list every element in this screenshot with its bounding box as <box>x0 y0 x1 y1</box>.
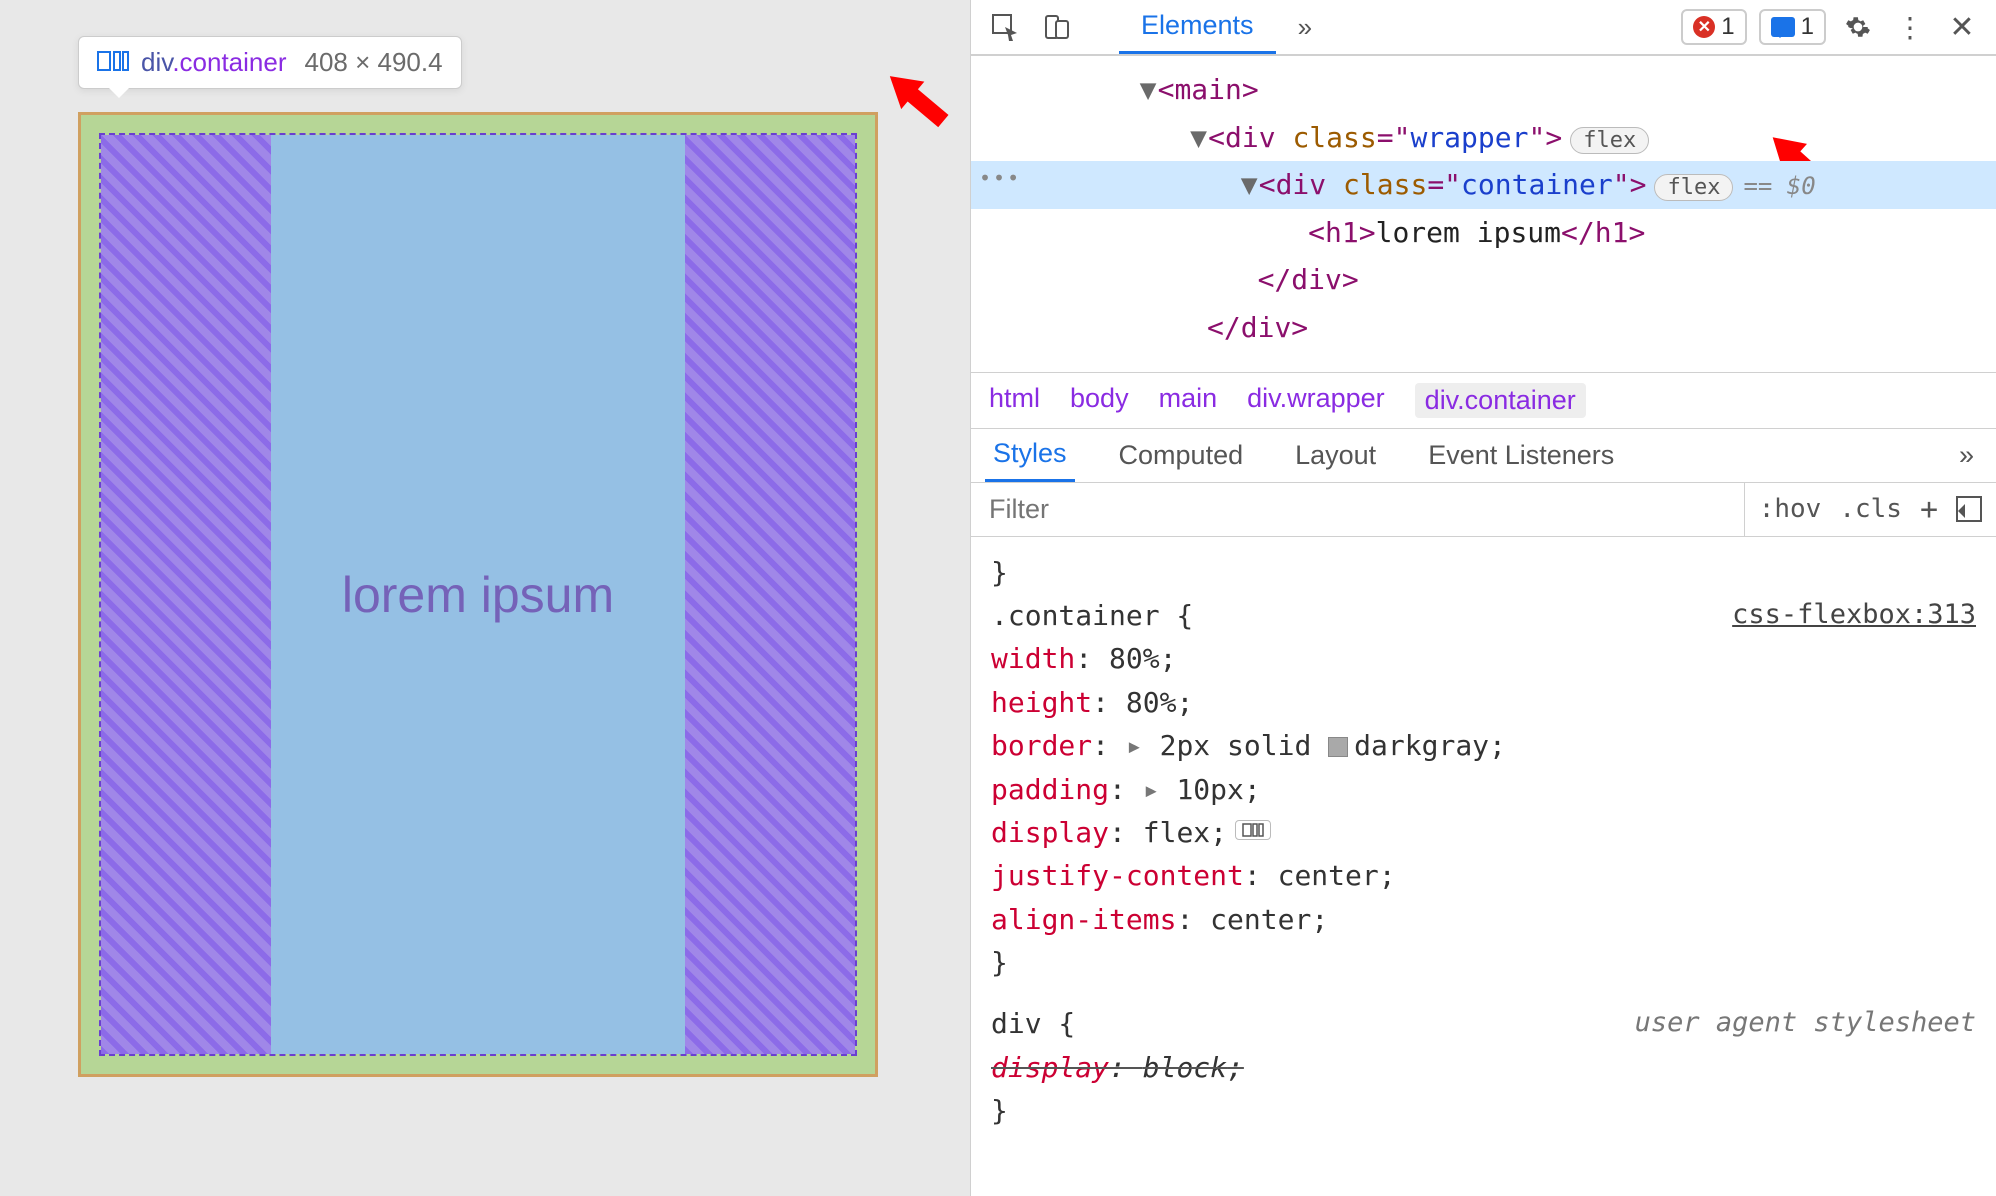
color-swatch-icon[interactable] <box>1328 737 1348 757</box>
css-property[interactable]: display <box>991 816 1109 849</box>
content-box-overlay: lorem ipsum <box>271 135 685 1054</box>
message-icon <box>1771 17 1795 37</box>
rule-selector[interactable]: div { <box>991 1007 1075 1040</box>
dom-node[interactable]: ▼<div class="wrapper">flex <box>971 114 1996 162</box>
tabs-overflow-icon[interactable]: » <box>1288 12 1322 43</box>
error-badge[interactable]: ✕ 1 <box>1681 9 1746 45</box>
dom-tree[interactable]: ▼<main> ▼<div class="wrapper">flex ▼<div… <box>971 56 1996 372</box>
css-value[interactable]: center <box>1210 903 1311 936</box>
toggle-hover-button[interactable]: :hov <box>1759 494 1822 524</box>
rule-fragment: } <box>991 551 1976 594</box>
close-devtools-icon[interactable]: ✕ <box>1942 7 1982 47</box>
rendered-page-preview: div.container 408 × 490.4 lorem ipsum <box>0 0 970 1196</box>
tooltip-element-tag: div <box>141 47 172 77</box>
rule-selector[interactable]: .container { <box>991 599 1193 632</box>
styles-filter-input[interactable] <box>971 494 1744 525</box>
css-value[interactable]: center <box>1278 859 1379 892</box>
new-style-rule-button[interactable]: + <box>1920 492 1938 527</box>
css-property[interactable]: justify-content <box>991 859 1244 892</box>
subtab-layout[interactable]: Layout <box>1287 429 1384 482</box>
rule-close: } <box>991 946 1008 979</box>
more-menu-icon[interactable]: ⋮ <box>1890 7 1930 47</box>
css-value[interactable]: darkgray <box>1354 729 1489 762</box>
css-value[interactable]: flex <box>1143 816 1210 849</box>
tooltip-dimensions: 408 × 490.4 <box>305 47 443 78</box>
breadcrumb[interactable]: html body main div.wrapper div.container <box>971 372 1996 429</box>
error-count: 1 <box>1721 13 1734 41</box>
rule-source-link[interactable]: css-flexbox:313 <box>1732 594 1976 636</box>
css-rule[interactable]: css-flexbox:313 .container { width: 80%;… <box>991 594 1976 985</box>
styles-subtabs: Styles Computed Layout Event Listeners » <box>971 429 1996 483</box>
css-property-overridden[interactable]: display <box>991 1051 1109 1084</box>
dom-node[interactable]: </div> <box>971 256 1996 304</box>
settings-icon[interactable] <box>1838 7 1878 47</box>
highlighted-element-box: lorem ipsum <box>78 112 878 1077</box>
css-value[interactable]: 80% <box>1126 686 1177 719</box>
tooltip-element-class: .container <box>172 47 286 77</box>
inspect-element-icon[interactable] <box>985 7 1025 47</box>
subtabs-overflow-icon[interactable]: » <box>1959 440 1982 471</box>
dom-node[interactable]: ▼<main> <box>971 66 1996 114</box>
crumb[interactable]: div.wrapper <box>1247 383 1385 418</box>
console-selector: == $0 <box>1743 172 1815 200</box>
css-value[interactable]: 2px solid <box>1160 729 1312 762</box>
device-toolbar-icon[interactable] <box>1037 7 1077 47</box>
css-value[interactable]: 80% <box>1109 642 1160 675</box>
css-value-overridden[interactable]: block <box>1143 1051 1227 1084</box>
subtab-event-listeners[interactable]: Event Listeners <box>1420 429 1622 482</box>
css-property[interactable]: padding <box>991 773 1109 806</box>
crumb-active[interactable]: div.container <box>1415 383 1586 418</box>
preview-heading: lorem ipsum <box>342 566 614 624</box>
rule-source-ua: user agent stylesheet <box>1635 1002 1976 1044</box>
styles-rules[interactable]: } css-flexbox:313 .container { width: 80… <box>971 537 1996 1196</box>
css-rule[interactable]: user agent stylesheet div { display: blo… <box>991 1002 1976 1132</box>
computed-sidebar-toggle-icon[interactable] <box>1956 496 1982 522</box>
dom-node[interactable]: <h1>lorem ipsum</h1> <box>971 209 1996 257</box>
message-count: 1 <box>1801 13 1814 41</box>
messages-badge[interactable]: 1 <box>1759 9 1826 45</box>
css-value[interactable]: 10px <box>1176 773 1243 806</box>
rule-close: } <box>991 1094 1008 1127</box>
css-property[interactable]: width <box>991 642 1075 675</box>
css-property[interactable]: align-items <box>991 903 1176 936</box>
crumb[interactable]: html <box>989 383 1040 418</box>
devtools-panel: Elements » ✕ 1 1 ⋮ ✕ ▼<main> ▼<div class… <box>970 0 1996 1196</box>
crumb[interactable]: main <box>1159 383 1218 418</box>
error-icon: ✕ <box>1693 16 1715 38</box>
css-property[interactable]: height <box>991 686 1092 719</box>
flex-editor-icon[interactable] <box>1235 820 1271 840</box>
subtab-styles[interactable]: Styles <box>985 429 1075 482</box>
devtools-toolbar: Elements » ✕ 1 1 ⋮ ✕ <box>971 0 1996 56</box>
flex-badge[interactable]: flex <box>1654 174 1733 201</box>
styles-filter-bar: :hov .cls + <box>971 483 1996 537</box>
inspector-tooltip: div.container 408 × 490.4 <box>78 36 462 89</box>
dom-node[interactable]: </div> <box>971 304 1996 352</box>
tab-elements[interactable]: Elements <box>1119 0 1276 54</box>
subtab-computed[interactable]: Computed <box>1111 429 1252 482</box>
flex-badge[interactable]: flex <box>1570 127 1649 154</box>
toggle-classes-button[interactable]: .cls <box>1839 494 1902 524</box>
flex-gap-overlay <box>685 135 855 1054</box>
flex-layout-icon <box>97 47 129 78</box>
flex-gap-overlay <box>101 135 271 1054</box>
crumb[interactable]: body <box>1070 383 1129 418</box>
css-property[interactable]: border <box>991 729 1092 762</box>
dom-node-selected[interactable]: ▼<div class="container">flex== $0 <box>971 161 1996 209</box>
